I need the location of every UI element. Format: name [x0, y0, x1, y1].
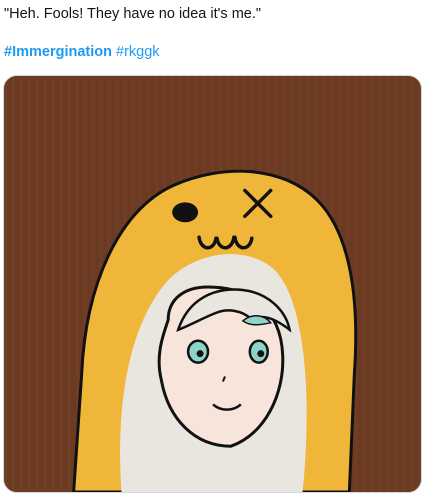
hashtag-immergination[interactable]: #Immergination: [4, 44, 112, 60]
right-pupil: [257, 350, 265, 358]
tweet-text: "Heh. Fools! They have no idea it's me.": [4, 6, 262, 22]
tweet-image[interactable]: [3, 75, 422, 493]
left-pupil: [196, 350, 204, 358]
hood-eye-dot: [172, 202, 199, 223]
illustration: [4, 76, 421, 492]
tweet: "Heh. Fools! They have no idea it's me."…: [0, 0, 426, 497]
hashtag-row: #Immergination #rkggk: [4, 42, 160, 62]
hashtag-rkggk[interactable]: #rkggk: [116, 44, 160, 60]
